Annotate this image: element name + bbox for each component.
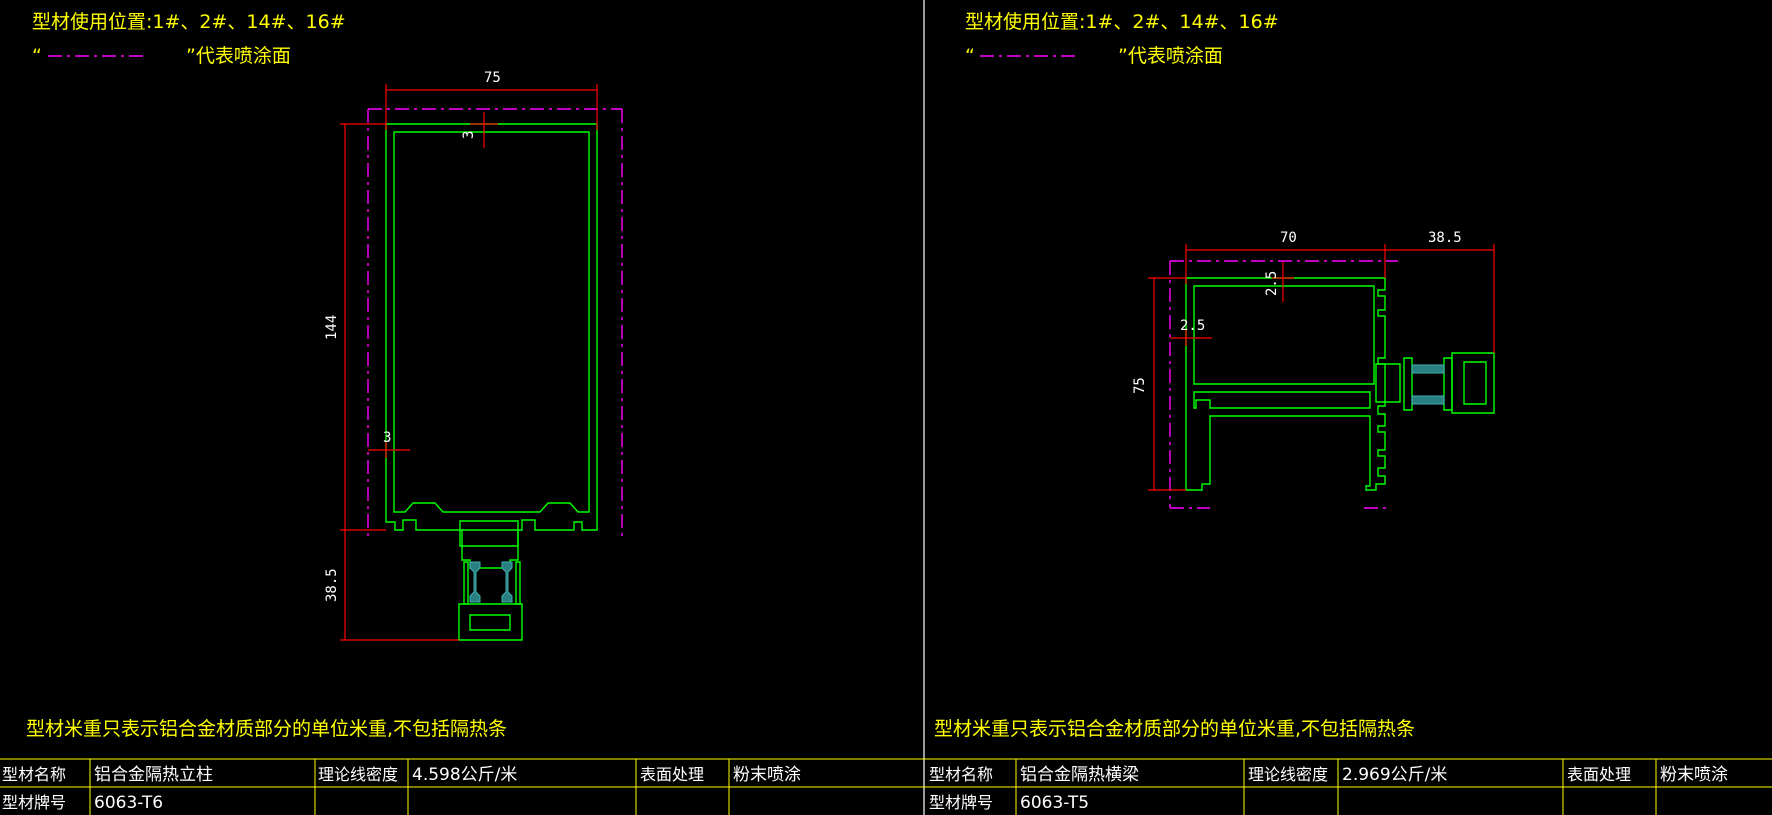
left-legend-open-quote: “ <box>32 45 42 67</box>
left-note: 型材米重只表示铝合金材质部分的单位米重,不包括隔热条 <box>26 718 507 740</box>
left-name-label: 型材名称 <box>2 765 66 784</box>
right-dim-75-label: 75 <box>1132 377 1148 394</box>
right-note: 型材米重只表示铝合金材质部分的单位米重,不包括隔热条 <box>934 718 1415 740</box>
right-legend-open-quote: “ <box>965 45 975 67</box>
left-usage-label: 型材使用位置:1#、2#、14#、16# <box>32 11 346 33</box>
right-surface-label: 表面处理 <box>1567 765 1631 784</box>
left-density-value: 4.598公斤/米 <box>412 765 517 785</box>
left-grade-label: 型材牌号 <box>2 793 66 812</box>
left-surface-label: 表面处理 <box>640 765 704 784</box>
right-density-value: 2.969公斤/米 <box>1342 765 1447 785</box>
left-dim-144-label: 144 <box>324 315 340 340</box>
right-insulation-bar-1 <box>1411 364 1445 374</box>
left-dim-wall-side-label: 3 <box>383 430 391 446</box>
right-name-label: 型材名称 <box>929 765 993 784</box>
right-surface-value: 粉末喷涂 <box>1660 765 1728 785</box>
left-surface-value: 粉末喷涂 <box>733 765 801 785</box>
left-name-value: 铝合金隔热立柱 <box>94 765 213 785</box>
right-dim-38-5-label: 38.5 <box>1428 230 1462 246</box>
right-density-label: 理论线密度 <box>1248 765 1328 784</box>
right-grade-label: 型材牌号 <box>929 793 993 812</box>
left-legend-text: ”代表喷涂面 <box>186 45 291 67</box>
cad-drawing-canvas: 型材使用位置:1#、2#、14#、16# “ ”代表喷涂面 75 3 144 3… <box>0 0 1772 815</box>
left-grade-value: 6063-T6 <box>94 793 163 813</box>
right-dim-wall-side-label: 2.5 <box>1180 318 1205 334</box>
left-dim-38-5-label: 38.5 <box>324 568 340 602</box>
left-density-label: 理论线密度 <box>318 765 398 784</box>
right-dim-wall-top-label: 2.5 <box>1264 271 1280 296</box>
right-dim-70-label: 70 <box>1280 230 1297 246</box>
right-legend-text: ”代表喷涂面 <box>1118 45 1223 67</box>
right-grade-value: 6063-T5 <box>1020 793 1089 813</box>
right-usage-label: 型材使用位置:1#、2#、14#、16# <box>965 11 1279 33</box>
right-insulation-bar-2 <box>1411 395 1445 405</box>
drawing-background <box>0 0 1772 815</box>
left-dim-wall-top-label: 3 <box>461 131 477 139</box>
left-dim-75-label: 75 <box>484 70 501 86</box>
right-name-value: 铝合金隔热横梁 <box>1020 765 1139 785</box>
